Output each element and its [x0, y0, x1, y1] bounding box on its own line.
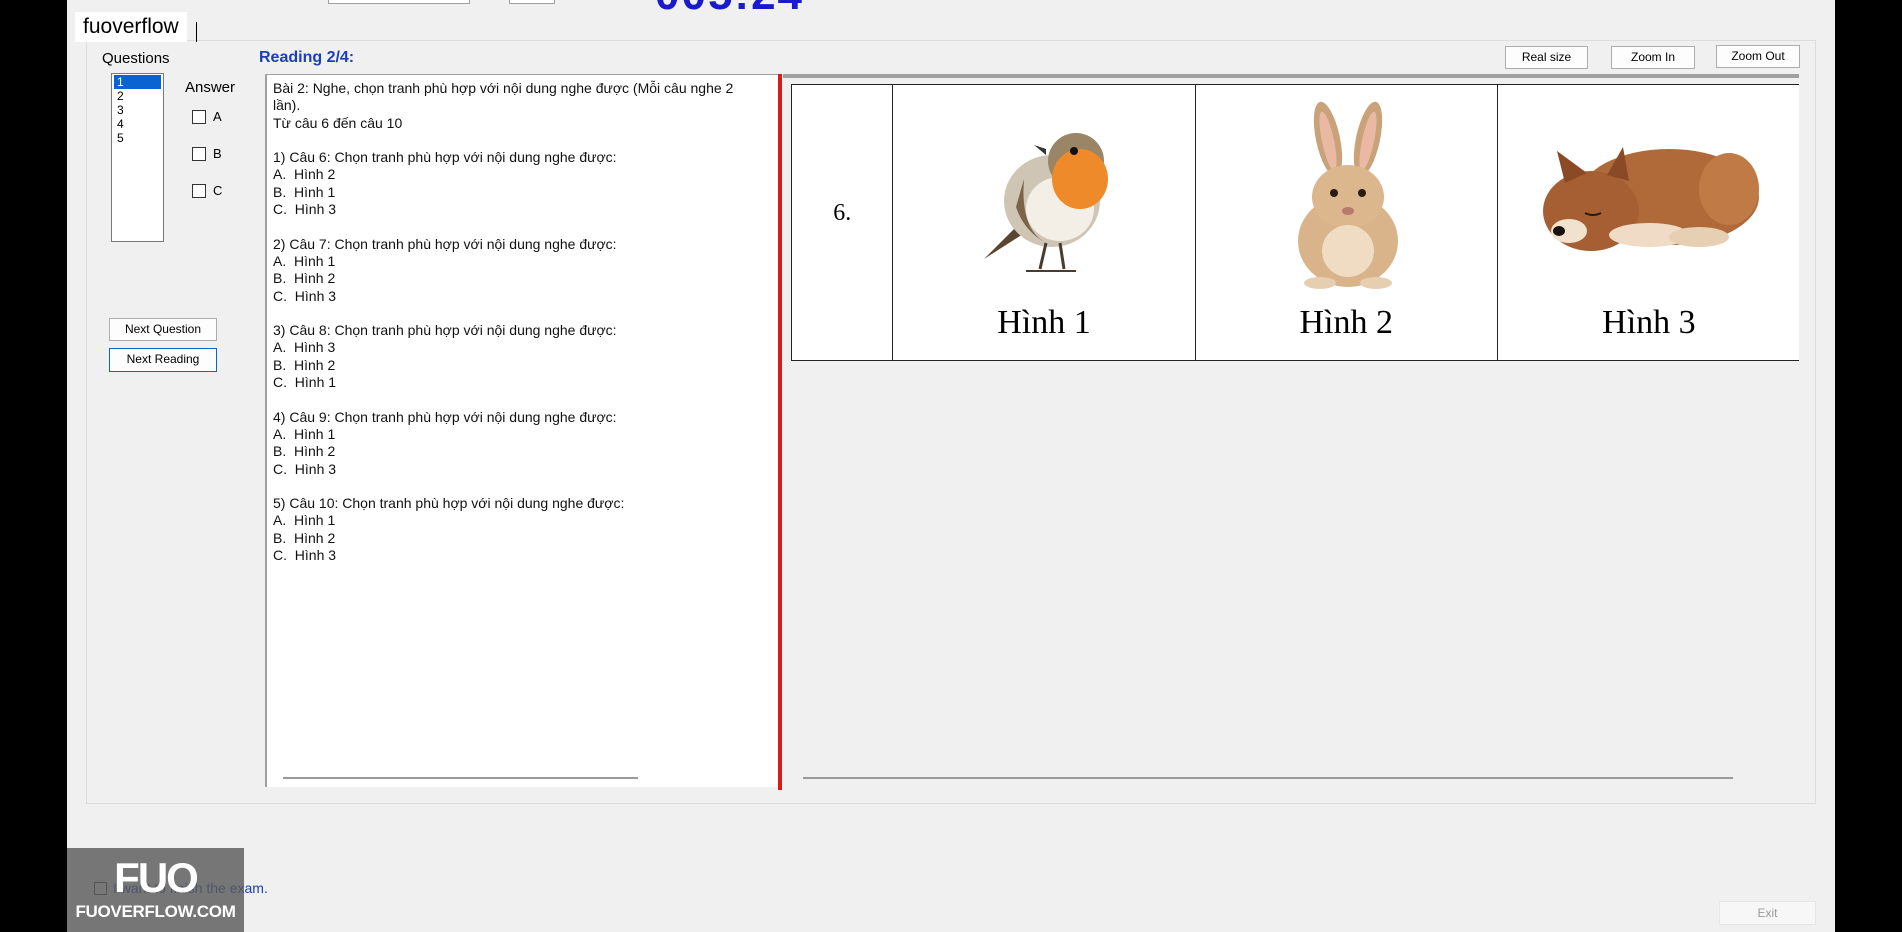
watermark-text: FUOVERFLOW.COM — [75, 902, 236, 921]
exam-window: 005:24 Questions Reading 2/4: 1 2 3 4 5 … — [67, 0, 1835, 932]
answer-c-label: C — [213, 183, 223, 198]
question-list-item[interactable]: 4 — [114, 117, 161, 131]
picture-cell-3: Hình 3 — [1498, 85, 1799, 360]
channel-label: fuoverflow — [75, 12, 187, 42]
answer-c-checkbox[interactable] — [192, 183, 206, 198]
reading-text: Bài 2: Nghe, chọn tranh phù hợp với nội … — [273, 80, 734, 564]
picture-choice-table: 6. Hình 1 Hình 2 Hình 3 — [791, 84, 1799, 361]
rabbit-icon — [1298, 101, 1399, 289]
answer-a-checkbox[interactable] — [192, 109, 206, 124]
question-list-item[interactable]: 1 — [114, 75, 161, 89]
answer-option-c[interactable]: C — [192, 183, 222, 198]
answer-b-checkbox[interactable] — [192, 146, 206, 161]
answer-label: Answer — [185, 79, 236, 96]
watermark-logo: FUO — [114, 854, 199, 901]
zoom-out-button[interactable]: Zoom Out — [1716, 45, 1800, 68]
question-list-item[interactable]: 3 — [114, 103, 161, 117]
countdown-timer: 005:24 — [655, 0, 804, 20]
robin-bird-icon — [984, 133, 1108, 272]
image-horizontal-scrollbar[interactable] — [803, 777, 1733, 779]
text-caret — [196, 22, 197, 42]
picture-cell-1: Hình 1 — [893, 85, 1196, 360]
watermark-overlay: FUO FUOVERFLOW.COM — [67, 848, 244, 932]
sleeping-dog-icon — [1542, 147, 1759, 251]
answer-option-a[interactable]: A — [192, 109, 222, 124]
exit-button[interactable]: Exit — [1719, 901, 1816, 925]
question-list[interactable]: 1 2 3 4 5 — [111, 73, 164, 242]
question-number: 6. — [792, 85, 894, 360]
zoom-in-button[interactable]: Zoom In — [1611, 46, 1695, 69]
next-question-button[interactable]: Next Question — [109, 318, 217, 341]
questions-label: Questions — [102, 50, 170, 67]
reading-image-panel[interactable]: 6. Hình 1 Hình 2 Hình 3 — [783, 74, 1799, 787]
panel-splitter[interactable] — [778, 74, 782, 790]
reading-text-panel[interactable]: Bài 2: Nghe, chọn tranh phù hợp với nội … — [265, 74, 779, 787]
picture-caption-3: Hình 3 — [1602, 304, 1696, 341]
text-horizontal-scrollbar[interactable] — [283, 777, 638, 779]
question-list-item[interactable]: 5 — [114, 131, 161, 145]
picture-caption-2: Hình 2 — [1299, 304, 1393, 341]
picture-cell-2: Hình 2 — [1196, 85, 1498, 360]
answer-b-label: B — [213, 146, 222, 161]
top-combo-box[interactable] — [328, 0, 470, 4]
answer-a-label: A — [213, 109, 222, 124]
picture-caption-1: Hình 1 — [997, 304, 1091, 341]
real-size-button[interactable]: Real size — [1505, 46, 1588, 69]
question-list-item[interactable]: 2 — [114, 89, 161, 103]
answer-option-b[interactable]: B — [192, 146, 222, 161]
top-small-box[interactable] — [509, 0, 555, 4]
next-reading-button[interactable]: Next Reading — [109, 348, 217, 372]
reading-title: Reading 2/4: — [259, 49, 355, 66]
